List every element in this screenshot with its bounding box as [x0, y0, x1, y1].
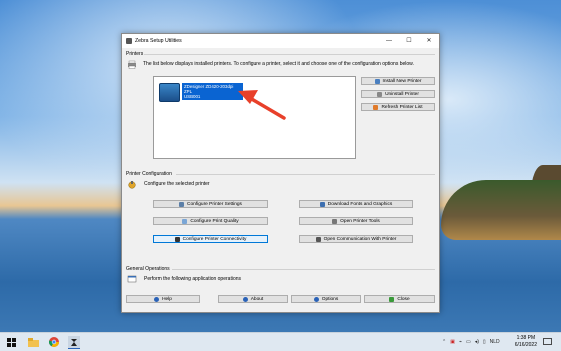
annotation-arrow: [238, 90, 286, 120]
usb-icon[interactable]: ⌁: [459, 339, 462, 345]
zebra-setup-taskbar-icon[interactable]: [68, 336, 80, 349]
clock-date: 6/16/2022: [514, 341, 537, 348]
system-tray: ⌃ ▣ ⌁ ▭ ◂) ▯ NLD: [442, 333, 500, 351]
network-icon[interactable]: ▭: [466, 339, 471, 345]
notification-icon[interactable]: [541, 336, 553, 348]
chrome-icon[interactable]: [48, 336, 60, 348]
speaker-icon[interactable]: ◂): [475, 339, 479, 345]
tray-app-icon[interactable]: ▣: [450, 339, 455, 345]
chevron-up-icon[interactable]: ⌃: [442, 339, 446, 345]
file-explorer-icon[interactable]: [27, 336, 39, 348]
language-indicator[interactable]: NLD: [490, 339, 500, 345]
windows-start-icon[interactable]: [5, 336, 17, 348]
taskbar: ⌃ ▣ ⌁ ▭ ◂) ▯ NLD 1:38 PM 6/16/2022: [0, 332, 561, 351]
clock-time: 1:38 PM: [516, 335, 536, 341]
clock[interactable]: 1:38 PM 6/16/2022: [515, 335, 537, 348]
battery-icon[interactable]: ▯: [483, 339, 486, 345]
